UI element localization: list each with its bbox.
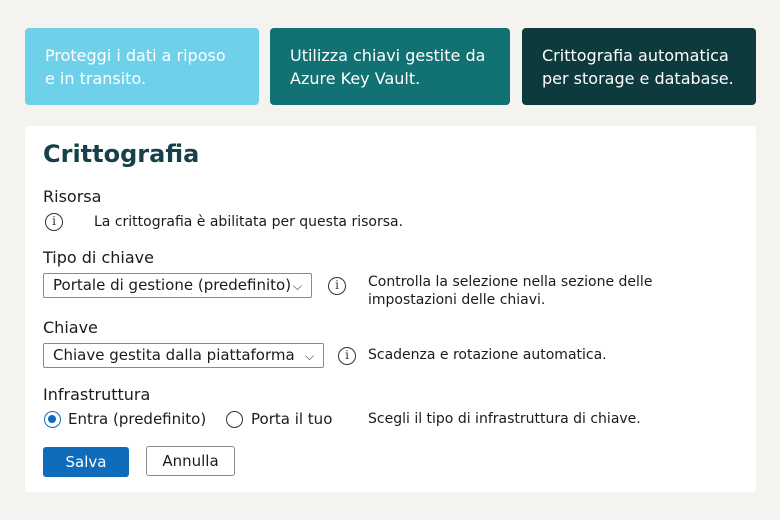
page: Proteggi i dati a riposo e in transito. … [0,0,780,520]
card-text-line1: Utilizza chiavi gestite da [290,46,486,65]
key-selected-value: Chiave gestita dalla piattaforma [53,346,295,364]
radio-entra-label[interactable]: Entra (predefinito) [68,410,206,428]
encryption-panel: Crittografia Risorsa i La crittografia è… [25,126,756,492]
key-type-select[interactable]: Portale di gestione (predefinito) ⌵ [43,273,312,298]
radio-entra[interactable] [44,411,61,428]
info-icon: i [45,213,63,231]
save-button[interactable]: Salva [43,447,129,477]
key-type-help-line1: Controlla la selezione nella sezione del… [368,274,653,290]
feature-card-key-vault: Utilizza chiavi gestite da Azure Key Vau… [270,28,510,105]
radio-byok-label[interactable]: Porta il tuo [251,410,332,428]
radio-byok[interactable] [226,411,243,428]
key-label: Chiave [43,318,98,337]
key-help-text: Scadenza e rotazione automatica. [368,347,607,363]
card-text-line2: per storage e database. [542,69,734,88]
card-text-line1: Proteggi i dati a riposo [45,46,226,65]
card-text-line1: Crittografia automatica [542,46,729,65]
card-text-line2: Azure Key Vault. [290,69,421,88]
chevron-down-icon: ⌵ [292,279,302,293]
page-title: Crittografia [43,140,200,168]
resource-info-text: La crittografia è abilitata per questa r… [94,214,404,230]
key-type-label: Tipo di chiave [43,248,154,267]
feature-card-data-protection: Proteggi i dati a riposo e in transito. [25,28,259,105]
cancel-button[interactable]: Annulla [146,446,235,476]
key-select[interactable]: Chiave gestita dalla piattaforma ⌵ [43,343,324,368]
info-icon[interactable]: i [328,277,346,295]
key-type-selected-value: Portale di gestione (predefinito) [53,276,292,294]
info-icon[interactable]: i [338,347,356,365]
key-type-help-line2: impostazioni delle chiavi. [368,292,546,308]
infrastructure-help-text: Scegli il tipo di infrastruttura di chia… [368,411,641,427]
feature-card-automatic-encryption: Crittografia automatica per storage e da… [522,28,756,105]
resource-label: Risorsa [43,187,102,206]
card-text-line2: e in transito. [45,69,147,88]
chevron-down-icon: ⌵ [304,349,314,363]
infrastructure-label: Infrastruttura [43,385,151,404]
key-type-help-text: Controlla la selezione nella sezione del… [368,273,652,309]
